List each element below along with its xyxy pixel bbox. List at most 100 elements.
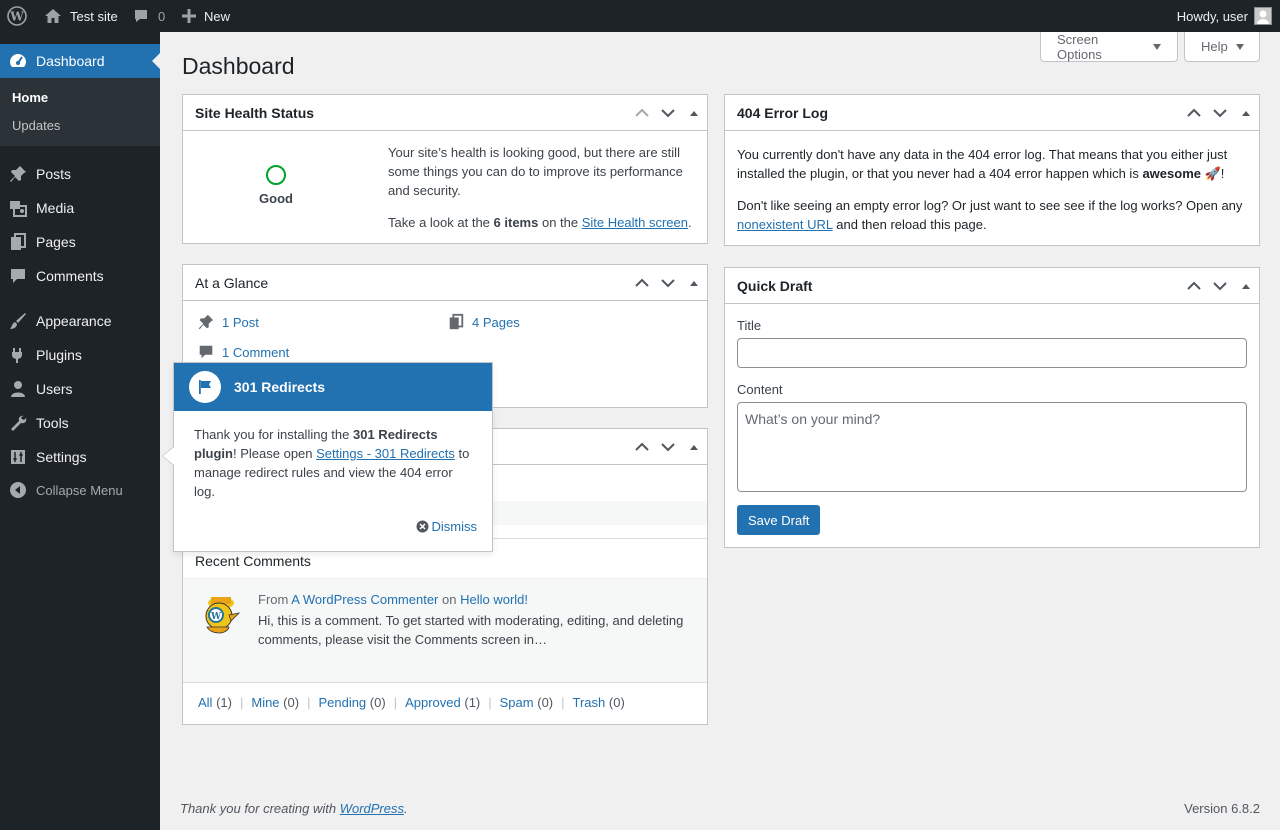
submenu-updates[interactable]: Updates (12, 118, 60, 133)
site-health-screen-link[interactable]: Site Health screen (582, 215, 688, 230)
site-health-widget: Site Health Status Good Your site’s heal… (182, 94, 708, 244)
screen-options-button[interactable]: Screen Options (1040, 32, 1178, 62)
dashboard-gauge-icon (0, 51, 36, 71)
save-draft-button[interactable]: Save Draft (737, 505, 821, 535)
filter-all[interactable]: All (1) (198, 695, 232, 710)
comment-author-link[interactable]: A WordPress Commenter (291, 592, 438, 607)
error-log-p1-bold: awesome (1142, 166, 1201, 181)
move-down-icon[interactable] (655, 95, 681, 131)
user-icon (0, 379, 36, 399)
menu-posts[interactable]: Posts (0, 157, 160, 191)
my-account-link[interactable]: Howdy, user (1177, 0, 1272, 32)
menu-settings[interactable]: Settings (0, 440, 160, 474)
filter-spam-link[interactable]: Spam (500, 695, 534, 710)
footer-thanks: Thank you for creating with WordPress. (180, 801, 408, 816)
menu-posts-label: Posts (36, 166, 72, 182)
health-items-text: Take a look at the 6 items on the Site H… (388, 213, 703, 232)
dismiss-button[interactable]: Dismiss (416, 519, 478, 534)
wordpress-logo-icon[interactable]: W (7, 0, 27, 32)
menu-media[interactable]: Media (0, 191, 160, 225)
comment-post-link[interactable]: Hello world! (460, 592, 528, 607)
filter-approved-link[interactable]: Approved (405, 695, 461, 710)
toggle-panel-icon[interactable] (681, 265, 707, 301)
filter-spam[interactable]: Spam (0) (500, 695, 553, 710)
svg-text:W: W (9, 10, 24, 24)
help-label: Help (1201, 39, 1228, 54)
submenu-home[interactable]: Home (12, 90, 48, 105)
menu-comments[interactable]: Comments (0, 259, 160, 293)
toggle-panel-icon[interactable] (1233, 95, 1259, 131)
pointer-title: 301 Redirects (234, 379, 326, 395)
help-button[interactable]: Help (1184, 32, 1260, 62)
pointer-arrow-inner (163, 447, 174, 465)
dismiss-link[interactable]: Dismiss (432, 519, 478, 534)
menu-pages[interactable]: Pages (0, 225, 160, 259)
comment-excerpt: Hi, this is a comment. To get started wi… (258, 613, 684, 647)
move-down-icon[interactable] (655, 265, 681, 301)
pages-icon (0, 232, 36, 252)
menu-dashboard-label: Dashboard (36, 53, 105, 69)
move-up-icon[interactable] (1181, 268, 1207, 304)
health-description: Your site’s health is looking good, but … (388, 145, 683, 198)
glance-comments-link[interactable]: 1 Comment (222, 345, 289, 360)
dismiss-x-icon (416, 520, 429, 533)
filter-approved[interactable]: Approved (1) (405, 695, 480, 710)
move-up-icon[interactable] (629, 265, 655, 301)
toggle-panel-icon[interactable] (681, 429, 707, 465)
nonexistent-url-link[interactable]: nonexistent URL (737, 217, 833, 232)
glance-pages-link[interactable]: 4 Pages (472, 315, 520, 330)
menu-settings-label: Settings (36, 449, 87, 465)
collapse-menu-label: Collapse Menu (36, 482, 123, 498)
filter-trash[interactable]: Trash (0) (573, 695, 625, 710)
draft-title-input[interactable] (737, 338, 1247, 368)
widget-title: Quick Draft (737, 277, 813, 294)
menu-tools[interactable]: Tools (0, 406, 160, 440)
filter-trash-link[interactable]: Trash (573, 695, 606, 710)
glance-pages[interactable]: 4 Pages (447, 313, 520, 331)
comment-filters: All (1) | Mine (0) | Pending (0) | Appro… (198, 695, 625, 710)
move-up-icon[interactable] (629, 429, 655, 465)
separator: | (239, 695, 244, 710)
avatar (1254, 7, 1272, 25)
filter-mine[interactable]: Mine (0) (251, 695, 299, 710)
recent-comments-heading: Recent Comments (195, 553, 311, 569)
menu-dashboard[interactable]: Dashboard (0, 44, 160, 78)
filter-pending-link[interactable]: Pending (318, 695, 366, 710)
menu-users[interactable]: Users (0, 372, 160, 406)
error-log-p2: Don't like seeing an empty error log? Or… (737, 198, 1243, 213)
menu-appearance[interactable]: Appearance (0, 304, 160, 338)
collapse-arrow-icon (0, 481, 36, 499)
toggle-panel-icon[interactable] (681, 95, 707, 131)
active-menu-arrow (152, 53, 160, 69)
settings-301-redirects-link[interactable]: Settings - 301 Redirects (316, 446, 455, 461)
filter-mine-link[interactable]: Mine (251, 695, 279, 710)
move-down-icon[interactable] (1207, 95, 1233, 131)
admin-menu: Dashboard Home Updates Posts Media Pages… (0, 32, 160, 830)
collapse-menu-button[interactable]: Collapse Menu (0, 473, 160, 507)
menu-plugins[interactable]: Plugins (0, 338, 160, 372)
filter-all-count: (1) (216, 695, 232, 710)
glance-comments[interactable]: 1 Comment (197, 343, 289, 361)
comments-link[interactable]: 0 (133, 0, 165, 32)
move-up-icon[interactable] (629, 95, 655, 131)
new-content-link[interactable]: New (182, 0, 230, 32)
comment-from: From (258, 592, 289, 607)
filter-approved-count: (1) (464, 695, 481, 710)
glance-posts[interactable]: 1 Post (197, 313, 259, 331)
glance-posts-link[interactable]: 1 Post (222, 315, 259, 330)
divider (183, 682, 707, 683)
footer-period: . (404, 801, 408, 816)
footer-thanks-text: Thank you for creating with (180, 801, 337, 816)
site-name-link[interactable]: Test site (44, 0, 118, 32)
move-down-icon[interactable] (655, 429, 681, 465)
filter-all-link[interactable]: All (198, 695, 212, 710)
wordpress-link[interactable]: WordPress (340, 801, 404, 816)
filter-pending[interactable]: Pending (0) (318, 695, 385, 710)
move-up-icon[interactable] (1181, 95, 1207, 131)
widget-header: 404 Error Log (725, 95, 1259, 131)
comment-icon (197, 343, 215, 361)
page-title: Dashboard (182, 53, 295, 79)
toggle-panel-icon[interactable] (1233, 268, 1259, 304)
move-down-icon[interactable] (1207, 268, 1233, 304)
draft-content-textarea[interactable] (737, 402, 1247, 492)
